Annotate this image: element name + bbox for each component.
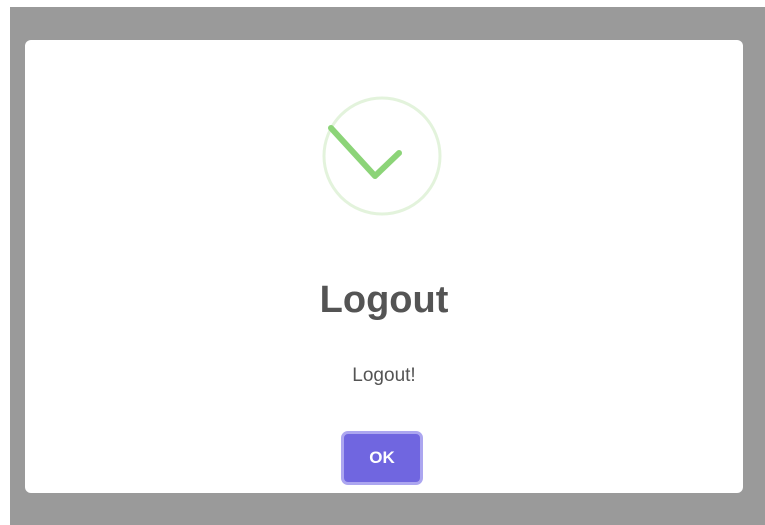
ok-button[interactable]: OK — [341, 431, 423, 485]
success-check-icon — [321, 95, 443, 217]
dialog-message: Logout! — [352, 365, 416, 386]
logout-dialog: Logout Logout! OK — [25, 40, 743, 493]
dialog-title: Logout — [319, 279, 449, 321]
